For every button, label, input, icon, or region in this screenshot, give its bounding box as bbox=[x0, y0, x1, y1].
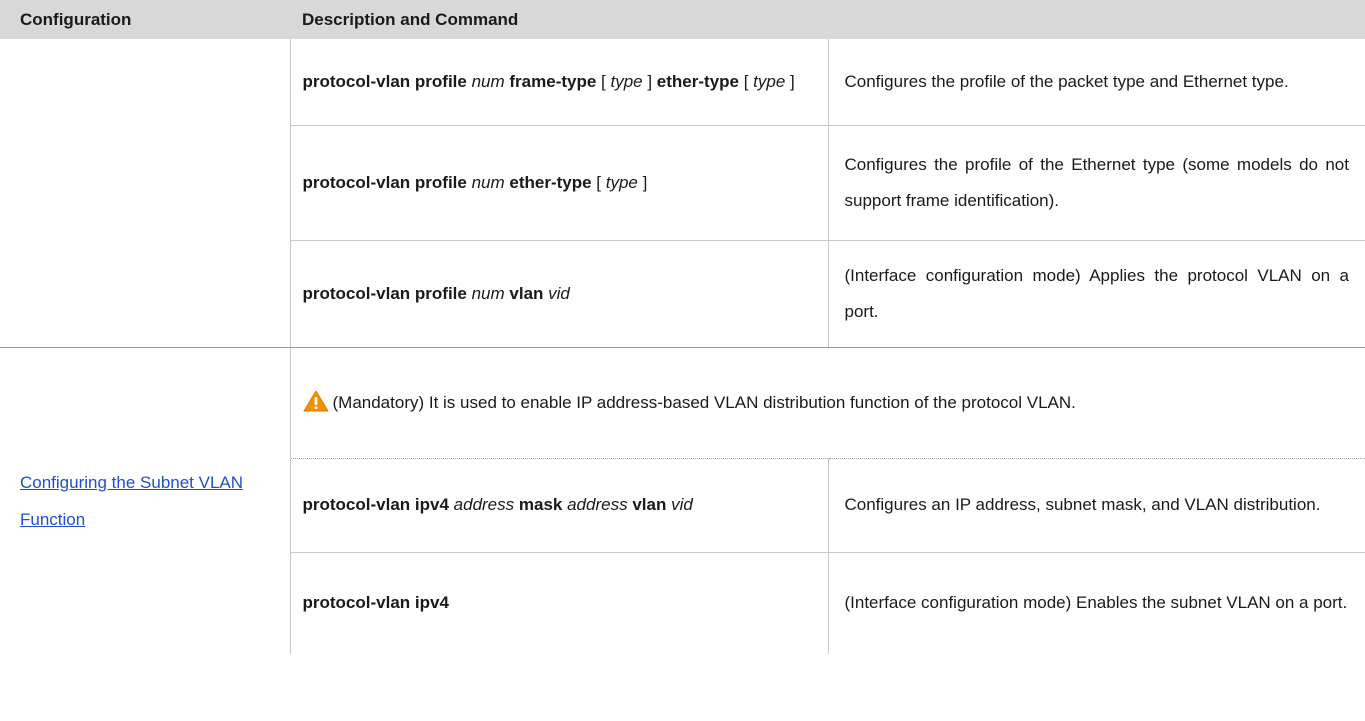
command-keyword: protocol-vlan profile bbox=[302, 71, 467, 91]
command-cell: protocol-vlan profile num vlan vid bbox=[290, 240, 829, 348]
table-header-row: Configuration Description and Command bbox=[0, 0, 1365, 39]
command-keyword: frame-type bbox=[509, 71, 597, 91]
command-text: ] bbox=[642, 71, 657, 91]
description-cell: (Interface configuration mode) Enables t… bbox=[844, 593, 1348, 613]
header-configuration: Configuration bbox=[0, 0, 290, 39]
description-cell: Configures the profile of the Ethernet t… bbox=[828, 125, 1365, 241]
command-argument: num bbox=[471, 172, 505, 192]
warning-triangle-icon bbox=[303, 390, 328, 411]
command-text: [ bbox=[591, 172, 606, 192]
mandatory-note: (Mandatory) It is used to enable IP addr… bbox=[290, 346, 1365, 459]
description-cell: (Interface configuration mode) Applies t… bbox=[828, 240, 1365, 348]
command-keyword: mask bbox=[518, 495, 563, 514]
command-text: [ bbox=[738, 71, 754, 91]
command-text: [ bbox=[596, 71, 611, 91]
header-description-and-command: Description and Command bbox=[290, 0, 1365, 39]
warning-mark-dot bbox=[314, 405, 317, 409]
command-keyword: protocol-vlan profile bbox=[302, 283, 467, 303]
configuration-table: Configuration Description and Command pr… bbox=[0, 0, 1365, 654]
table-row: Configuring the Subnet VLAN Function (Ma… bbox=[0, 346, 1365, 654]
command-keyword: protocol-vlan ipv4 bbox=[302, 495, 449, 514]
command-argument: address bbox=[567, 495, 628, 514]
command-cell: protocol-vlan ipv4 bbox=[290, 552, 829, 654]
command-argument: type bbox=[610, 71, 643, 91]
command-keyword: vlan bbox=[632, 495, 667, 514]
description-cell: Configures the profile of the packet typ… bbox=[828, 39, 1365, 126]
configuring-subnet-vlan-link[interactable]: Configuring the Subnet VLAN Function bbox=[20, 473, 243, 529]
command-keyword: protocol-vlan profile bbox=[302, 172, 467, 192]
command-argument: type bbox=[605, 172, 638, 192]
description-cell: Configures an IP address, subnet mask, a… bbox=[828, 458, 1365, 553]
command-keyword: vlan bbox=[509, 283, 544, 303]
command-cell: protocol-vlan profile num ether-type [ t… bbox=[290, 125, 829, 241]
configuration-cell: Configuring the Subnet VLAN Function bbox=[0, 347, 291, 654]
table-row: protocol-vlan profile num frame-type [ t… bbox=[0, 39, 1365, 348]
command-keyword: protocol-vlan ipv4 bbox=[302, 593, 449, 613]
command-keyword: ether-type bbox=[656, 71, 739, 91]
command-argument: type bbox=[753, 71, 786, 91]
command-argument: vid bbox=[671, 495, 693, 514]
command-text: ] bbox=[637, 172, 648, 192]
mandatory-note-text: (Mandatory) It is used to enable IP addr… bbox=[332, 392, 1076, 412]
command-argument: address bbox=[453, 495, 515, 514]
command-argument: num bbox=[471, 283, 505, 303]
command-argument: vid bbox=[548, 283, 570, 303]
configuration-cell-empty bbox=[0, 39, 291, 348]
command-cell: protocol-vlan profile num frame-type [ t… bbox=[290, 39, 829, 126]
warning-mark-bar bbox=[314, 396, 317, 405]
command-cell: protocol-vlan ipv4 address mask address … bbox=[290, 458, 829, 553]
command-text: ] bbox=[785, 71, 795, 91]
command-argument: num bbox=[471, 71, 505, 91]
command-keyword: ether-type bbox=[509, 172, 592, 192]
